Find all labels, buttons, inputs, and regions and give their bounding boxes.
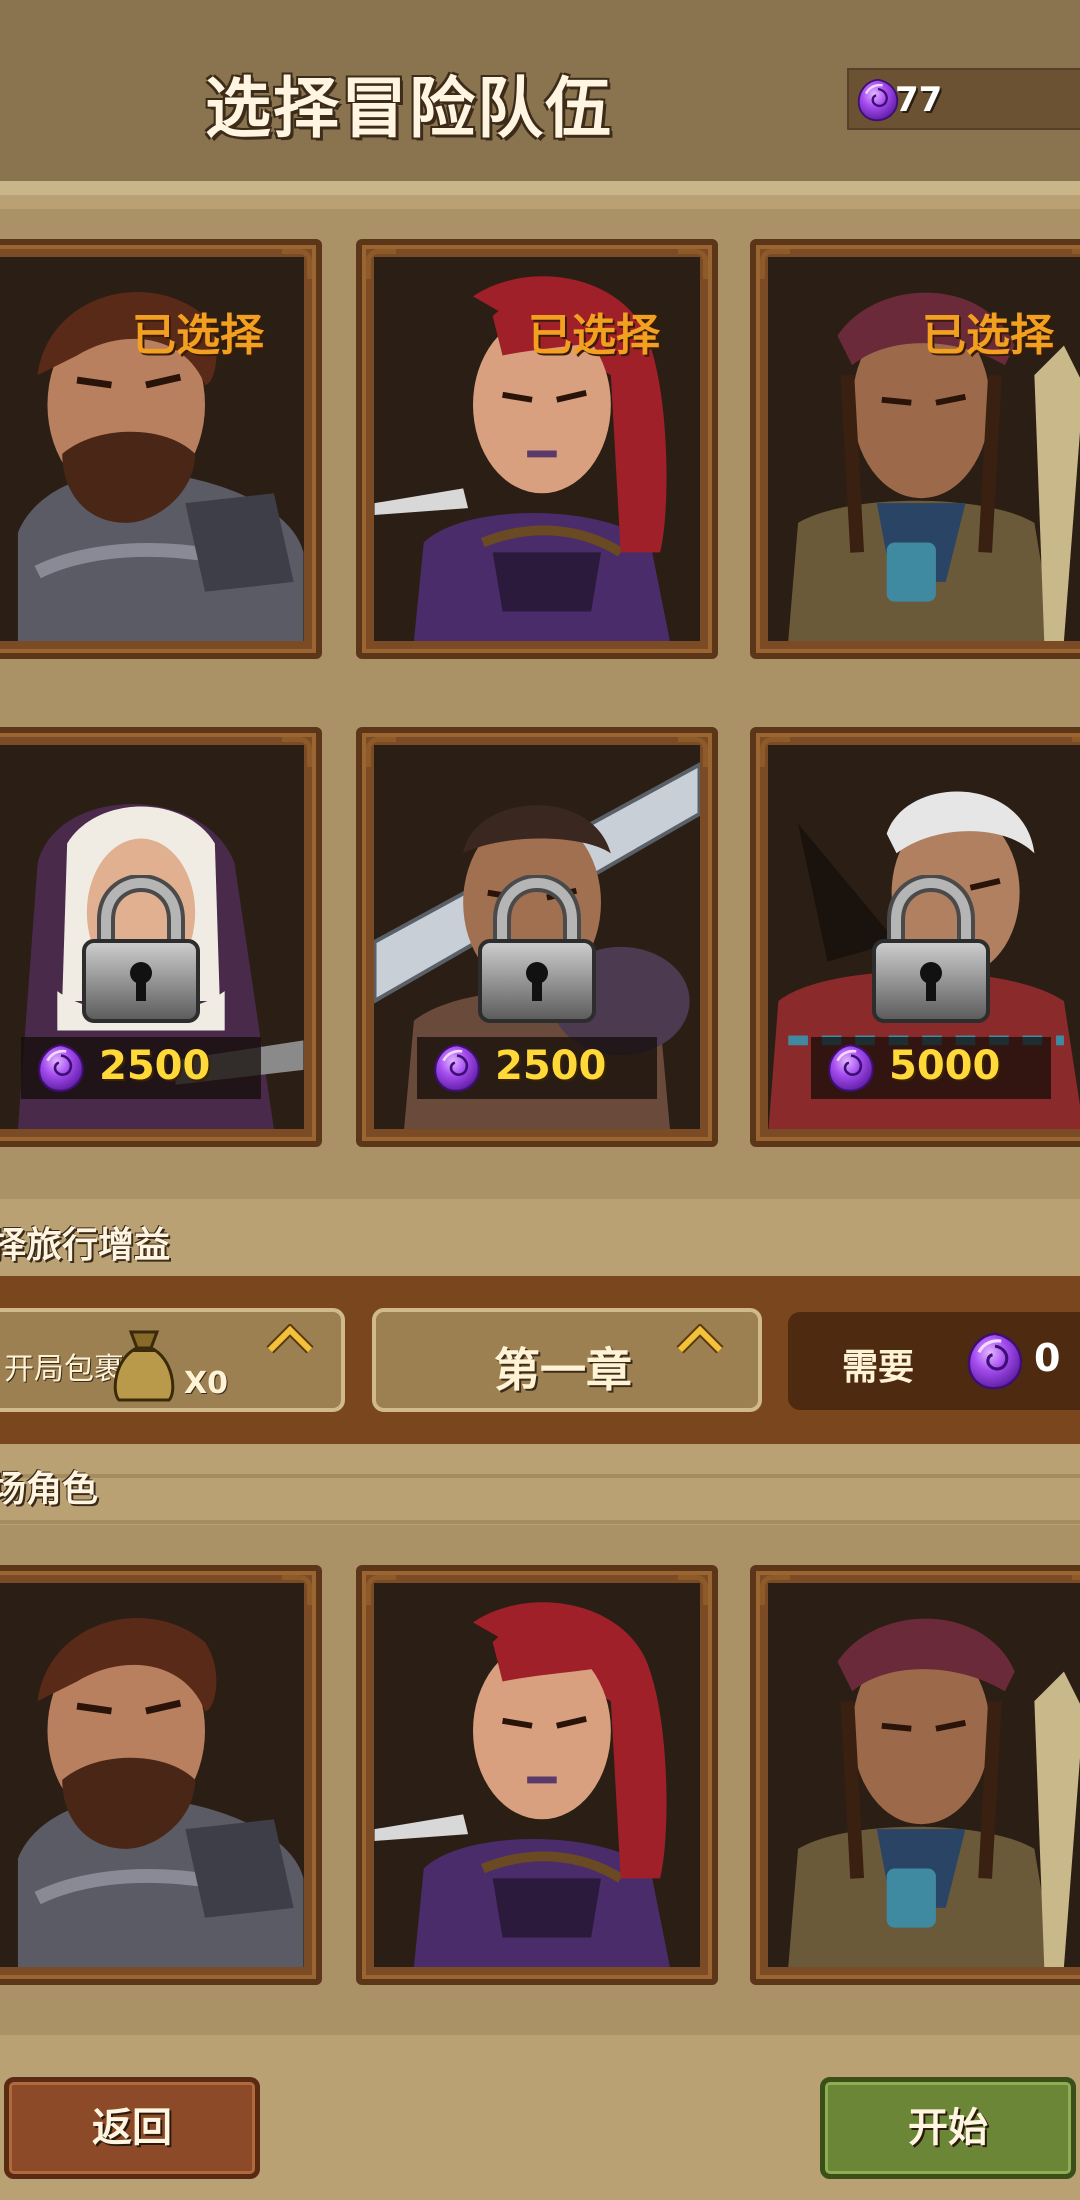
frame-corner <box>366 249 396 279</box>
purple-gem-icon <box>35 1042 87 1094</box>
frame-corner <box>282 737 312 767</box>
chevron-up-icon[interactable] <box>266 1324 314 1354</box>
selected-label: 已选择 <box>922 310 1054 361</box>
gem-balance-value: 77 <box>895 80 943 120</box>
frame-corner <box>282 249 312 279</box>
rogue-portrait <box>374 1583 700 1967</box>
chapter-label: 第一章 <box>494 1343 632 1397</box>
lock-icon <box>76 875 206 1025</box>
lineup-slot-shaman[interactable] <box>750 1565 1080 1985</box>
frame-corner <box>760 737 790 767</box>
bag-icon <box>113 1330 175 1402</box>
required-cost-label: 需要 <box>842 1347 915 1388</box>
required-cost: 需要 0 <box>788 1312 1080 1410</box>
hero-card-rogue[interactable]: 已选择 <box>356 239 718 659</box>
frame-corner <box>1072 249 1080 279</box>
frame-corner <box>366 737 396 767</box>
warrior-portrait <box>0 1583 304 1967</box>
lineup-slot-rogue[interactable] <box>356 1565 718 1985</box>
required-cost-value: 0 <box>1034 1336 1061 1380</box>
lock-icon <box>472 875 602 1025</box>
unlock-price-value: 2500 <box>99 1043 211 1089</box>
lineup-grid <box>0 1525 1080 2035</box>
starting-pack-count: X0 <box>184 1366 229 1401</box>
start-button[interactable]: 开始 <box>820 2077 1076 2179</box>
lineup-section-title: 场角色 <box>0 1469 99 1510</box>
hero-card-warrior[interactable]: 已选择 <box>0 239 322 659</box>
unlock-price: 2500 <box>21 1037 261 1099</box>
unlock-price-value: 5000 <box>889 1043 1001 1089</box>
frame-corner <box>282 1575 312 1605</box>
purple-gem-icon <box>825 1042 877 1094</box>
travel-buff-strip: 开局包裹 X0 第一章 需要 0 <box>0 1276 1080 1444</box>
hero-card-swordsman-locked[interactable]: 2500 <box>356 727 718 1147</box>
shaman-portrait <box>768 1583 1080 1967</box>
frame-corner <box>678 249 708 279</box>
lineup-slot-warrior[interactable] <box>0 1565 322 1985</box>
frame-corner <box>1072 1575 1080 1605</box>
lock-icon <box>866 875 996 1025</box>
hero-card-nun-locked[interactable]: 2500 <box>0 727 322 1147</box>
purple-gem-icon <box>431 1042 483 1094</box>
frame-corner <box>678 1575 708 1605</box>
frame-corner <box>1072 737 1080 767</box>
gem-balance: 77 <box>847 68 1080 130</box>
travel-buff-section-title: 择旅行增益 <box>0 1225 171 1266</box>
selected-label: 已选择 <box>528 310 660 361</box>
starting-pack-label: 开局包裹 <box>4 1352 124 1387</box>
section-divider <box>0 1520 1080 1524</box>
hero-card-shaman[interactable]: 已选择 <box>750 239 1080 659</box>
chevron-up-icon[interactable] <box>676 1324 724 1354</box>
frame-corner <box>760 1575 790 1605</box>
unlock-price: 5000 <box>811 1037 1051 1099</box>
back-button[interactable]: 返回 <box>4 2077 260 2179</box>
starting-pack-selector[interactable]: 开局包裹 X0 <box>0 1308 345 1412</box>
frame-corner <box>366 1575 396 1605</box>
unlock-price-value: 2500 <box>495 1043 607 1089</box>
chapter-selector[interactable]: 第一章 <box>372 1308 762 1412</box>
top-bar: 选择冒险队伍 77 <box>0 0 1080 195</box>
page-title: 选择冒险队伍 <box>205 70 613 147</box>
frame-corner <box>678 737 708 767</box>
selected-label: 已选择 <box>132 310 264 361</box>
unlock-price: 2500 <box>417 1037 657 1099</box>
purple-gem-icon <box>964 1330 1026 1392</box>
frame-corner <box>760 249 790 279</box>
section-divider <box>0 1474 1080 1478</box>
hero-selection-grid: 已选择 已选择 已选择 2500 2500 5000 <box>0 209 1080 1199</box>
hero-card-mage-locked[interactable]: 5000 <box>750 727 1080 1147</box>
